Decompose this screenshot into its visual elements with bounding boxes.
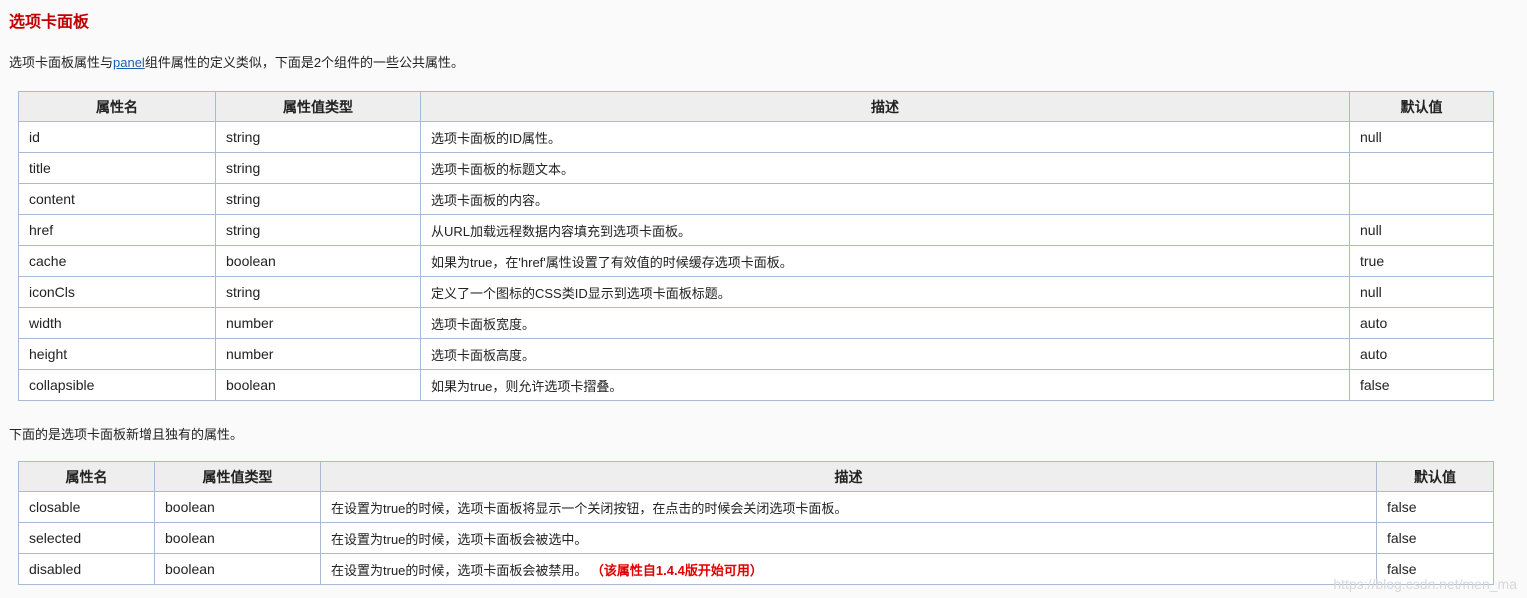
page-title: 选项卡面板 <box>9 14 90 31</box>
property-default-cell: true <box>1349 245 1494 277</box>
table-row: width number 选项卡面板宽度。 auto <box>18 307 1494 339</box>
intro-text-after: 组件属性的定义类似，下面是2个组件的一些公共属性。 <box>144 55 465 70</box>
column-header-name: 属性名 <box>18 91 216 122</box>
property-description-cell: 在设置为true的时候，选项卡面板将显示一个关闭按钮，在点击的时候会关闭选项卡面… <box>320 491 1377 523</box>
property-type-cell: boolean <box>154 553 321 585</box>
property-default-cell: false <box>1376 522 1494 554</box>
property-name-cell: content <box>18 183 216 215</box>
property-name-cell: width <box>18 307 216 339</box>
property-type-cell: boolean <box>154 491 321 523</box>
column-header-default: 默认值 <box>1349 91 1494 122</box>
table-row: iconCls string 定义了一个图标的CSS类ID显示到选项卡面板标题。 nu… <box>18 276 1494 308</box>
table-row: disabled boolean 在设置为true的时候，选项卡面板会被禁用。 （该属… <box>18 553 1494 585</box>
table-header-row: 属性名 属性值类型 描述 默认值 <box>18 461 1494 492</box>
property-default-cell: false <box>1349 369 1494 401</box>
property-name-cell: href <box>18 214 216 246</box>
property-description-cell: 定义了一个图标的CSS类ID显示到选项卡面板标题。 <box>420 276 1350 308</box>
property-description-cell: 选项卡面板宽度。 <box>420 307 1350 339</box>
common-properties-table: 属性名 属性值类型 描述 默认值 id string 选项卡面板的ID属性。 null… <box>18 91 1494 401</box>
property-name-cell: selected <box>18 522 155 554</box>
description-text: 在设置为true的时候，选项卡面板将显示一个关闭按钮，在点击的时候会关闭选项卡面… <box>331 500 848 516</box>
column-header-name: 属性名 <box>18 461 155 492</box>
column-header-default: 默认值 <box>1376 461 1494 492</box>
property-description-cell: 在设置为true的时候，选项卡面板会被选中。 <box>320 522 1377 554</box>
column-header-type: 属性值类型 <box>154 461 321 492</box>
panel-link[interactable]: panel <box>113 55 145 70</box>
property-type-cell: boolean <box>154 522 321 554</box>
property-default-cell <box>1349 183 1494 215</box>
tab-properties-table: 属性名 属性值类型 描述 默认值 closable boolean 在设置为true… <box>18 461 1494 585</box>
property-name-cell: disabled <box>18 553 155 585</box>
version-note: （该属性自1.4.4版开始可用） <box>597 562 763 578</box>
property-type-cell: string <box>215 121 421 153</box>
table-row: href string 从URL加载远程数据内容填充到选项卡面板。 null <box>18 214 1494 246</box>
property-name-cell: collapsible <box>18 369 216 401</box>
property-name-cell: cache <box>18 245 216 277</box>
property-default-cell: null <box>1349 214 1494 246</box>
property-default-cell <box>1349 152 1494 184</box>
property-default-cell: auto <box>1349 307 1494 339</box>
property-default-cell: null <box>1349 276 1494 308</box>
property-type-cell: string <box>215 152 421 184</box>
description-text: 在设置为true的时候，选项卡面板会被选中。 <box>331 531 588 547</box>
section-text: 下面的是选项卡面板新增且独有的属性。 <box>9 427 244 442</box>
property-type-cell: boolean <box>215 369 421 401</box>
property-name-cell: id <box>18 121 216 153</box>
property-default-cell: false <box>1376 491 1494 523</box>
column-header-type: 属性值类型 <box>215 91 421 122</box>
property-type-cell: string <box>215 183 421 215</box>
property-description-cell: 选项卡面板高度。 <box>420 338 1350 370</box>
property-description-cell: 在设置为true的时候，选项卡面板会被禁用。 （该属性自1.4.4版开始可用） <box>320 553 1377 585</box>
property-description-cell: 选项卡面板的ID属性。 <box>420 121 1350 153</box>
watermark: https://blog.csdn.net/men_ma <box>1333 576 1517 592</box>
table-row: title string 选项卡面板的标题文本。 <box>18 152 1494 184</box>
table-row: id string 选项卡面板的ID属性。 null <box>18 121 1494 153</box>
property-default-cell: auto <box>1349 338 1494 370</box>
column-header-description: 描述 <box>420 91 1350 122</box>
property-description-cell: 如果为true，在'href'属性设置了有效值的时候缓存选项卡面板。 <box>420 245 1350 277</box>
table-header-row: 属性名 属性值类型 描述 默认值 <box>18 91 1494 122</box>
property-name-cell: iconCls <box>18 276 216 308</box>
property-type-cell: number <box>215 338 421 370</box>
table-row: closable boolean 在设置为true的时候，选项卡面板将显示一个关闭按… <box>18 491 1494 523</box>
table-row: height number 选项卡面板高度。 auto <box>18 338 1494 370</box>
column-header-description: 描述 <box>320 461 1377 492</box>
property-type-cell: string <box>215 276 421 308</box>
table-row: selected boolean 在设置为true的时候，选项卡面板会被选中。 fal… <box>18 522 1494 554</box>
property-description-cell: 如果为true，则允许选项卡摺叠。 <box>420 369 1350 401</box>
property-description-cell: 从URL加载远程数据内容填充到选项卡面板。 <box>420 214 1350 246</box>
property-name-cell: title <box>18 152 216 184</box>
property-type-cell: number <box>215 307 421 339</box>
property-name-cell: closable <box>18 491 155 523</box>
property-description-cell: 选项卡面板的标题文本。 <box>420 152 1350 184</box>
intro-text-before: 选项卡面板属性与 <box>9 55 114 70</box>
table-row: content string 选项卡面板的内容。 <box>18 183 1494 215</box>
table-row: cache boolean 如果为true，在'href'属性设置了有效值的时候缓存… <box>18 245 1494 277</box>
property-description-cell: 选项卡面板的内容。 <box>420 183 1350 215</box>
table-row: collapsible boolean 如果为true，则允许选项卡摺叠。 false <box>18 369 1494 401</box>
property-type-cell: boolean <box>215 245 421 277</box>
property-type-cell: string <box>215 214 421 246</box>
property-default-cell: null <box>1349 121 1494 153</box>
property-name-cell: height <box>18 338 216 370</box>
intro-paragraph: 选项卡面板属性与panel组件属性的定义类似，下面是2个组件的一些公共属性。 <box>9 52 464 71</box>
description-text: 在设置为true的时候，选项卡面板会被禁用。 <box>331 562 588 578</box>
